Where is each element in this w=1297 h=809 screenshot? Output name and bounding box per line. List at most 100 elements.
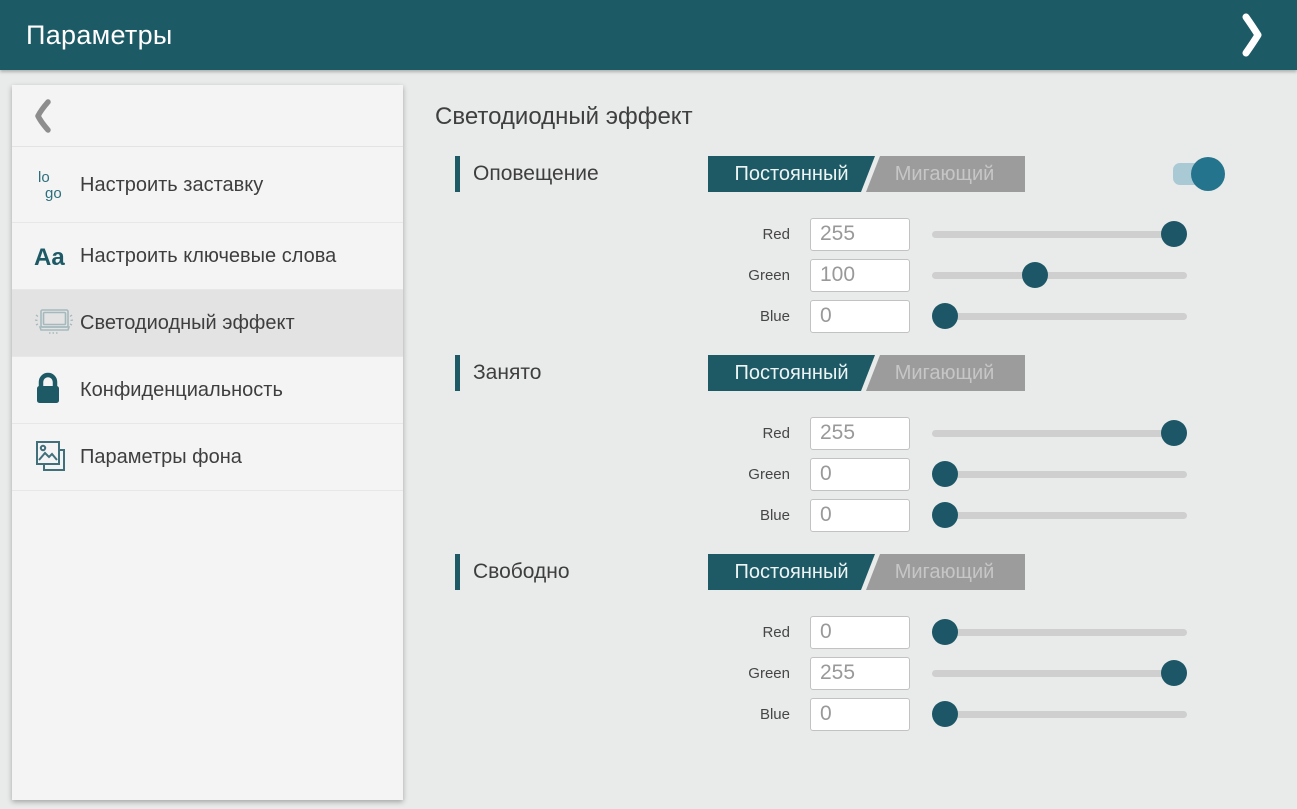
slider-thumb[interactable] (1161, 660, 1187, 686)
channel-label: Red (455, 624, 790, 641)
blue-slider[interactable] (932, 300, 1187, 333)
channel-row-red: Red (455, 616, 1297, 649)
channel-label: Green (455, 466, 790, 483)
chevron-right-icon (1241, 13, 1267, 57)
green-value-input[interactable] (810, 259, 910, 292)
channel-row-blue: Blue (455, 499, 1297, 532)
lock-icon (32, 372, 80, 408)
blue-value-input[interactable] (810, 698, 910, 731)
mode-option-constant[interactable]: Постоянный (708, 355, 875, 391)
red-value-input[interactable] (810, 218, 910, 251)
green-value-input[interactable] (810, 657, 910, 690)
sidebar-item-led-effect[interactable]: Светодиодный эффект (12, 290, 403, 357)
svg-text:Aa: Aa (34, 244, 65, 271)
toggle-knob (1191, 157, 1225, 191)
channel-label: Blue (455, 507, 790, 524)
page-title: Светодиодный эффект (435, 103, 1297, 131)
blue-value-input[interactable] (810, 300, 910, 333)
slider-track (932, 629, 1187, 636)
section-busy: Занято Мигающий Постоянный Red (455, 355, 1297, 532)
slider-thumb[interactable] (932, 619, 958, 645)
blue-value-input[interactable] (810, 499, 910, 532)
blue-slider[interactable] (932, 499, 1187, 532)
slider-track (932, 711, 1187, 718)
chevron-left-icon (34, 99, 52, 133)
sidebar-item-label: Светодиодный эффект (80, 310, 295, 336)
section-accent-bar (455, 554, 460, 590)
section-alert: Оповещение Мигающий Постоянный Red (455, 156, 1297, 333)
channel-row-blue: Blue (455, 300, 1297, 333)
slider-thumb[interactable] (932, 502, 958, 528)
channel-row-green: Green (455, 657, 1297, 690)
slider-thumb[interactable] (932, 461, 958, 487)
mode-switch: Мигающий Постоянный (708, 554, 1025, 590)
mode-switch: Мигающий Постоянный (708, 156, 1025, 192)
sidebar-item-label: Настроить ключевые слова (80, 243, 336, 269)
aa-icon: Aa (32, 241, 80, 271)
section-free: Свободно Мигающий Постоянный Red (455, 554, 1297, 731)
mode-option-blinking[interactable]: Мигающий (864, 355, 1025, 391)
led-display-icon (32, 306, 80, 340)
mode-switch: Мигающий Постоянный (708, 355, 1025, 391)
red-value-input[interactable] (810, 417, 910, 450)
background-images-icon (32, 438, 80, 476)
channel-row-blue: Blue (455, 698, 1297, 731)
mode-option-blinking[interactable]: Мигающий (864, 156, 1025, 192)
blue-slider[interactable] (932, 698, 1187, 731)
channel-row-red: Red (455, 417, 1297, 450)
green-value-input[interactable] (810, 458, 910, 491)
mode-option-constant[interactable]: Постоянный (708, 554, 875, 590)
slider-track (932, 313, 1187, 320)
power-toggle[interactable] (1173, 156, 1225, 192)
red-slider[interactable] (932, 417, 1187, 450)
sidebar-item-label: Параметры фона (80, 444, 242, 470)
mode-option-constant[interactable]: Постоянный (708, 156, 875, 192)
sidebar: lo go Настроить заставку Aa Настроить кл… (12, 85, 403, 800)
section-title: Оповещение (473, 162, 599, 186)
channel-label: Blue (455, 706, 790, 723)
section-title: Занято (473, 361, 541, 385)
sidebar-item-label: Настроить заставку (80, 172, 263, 198)
channel-row-green: Green (455, 259, 1297, 292)
channel-label: Blue (455, 308, 790, 325)
slider-track (932, 471, 1187, 478)
channel-label: Red (455, 226, 790, 243)
slider-thumb[interactable] (932, 701, 958, 727)
page-header-title: Параметры (26, 20, 173, 51)
sidebar-item-keywords[interactable]: Aa Настроить ключевые слова (12, 223, 403, 290)
led-effect-panel: Светодиодный эффект Оповещение Мигающий … (403, 70, 1297, 809)
mode-option-blinking[interactable]: Мигающий (864, 554, 1025, 590)
section-accent-bar (455, 156, 460, 192)
slider-track (932, 512, 1187, 519)
channel-row-red: Red (455, 218, 1297, 251)
expand-forward-button[interactable] (1237, 12, 1271, 58)
channel-label: Red (455, 425, 790, 442)
svg-text:go: go (45, 185, 62, 202)
sidebar-item-privacy[interactable]: Конфиденциальность (12, 357, 403, 424)
red-slider[interactable] (932, 218, 1187, 251)
slider-thumb[interactable] (1161, 420, 1187, 446)
section-accent-bar (455, 355, 460, 391)
channel-label: Green (455, 665, 790, 682)
slider-track (932, 272, 1187, 279)
green-slider[interactable] (932, 259, 1187, 292)
svg-text:lo: lo (38, 169, 50, 186)
slider-track (932, 231, 1187, 238)
channel-row-green: Green (455, 458, 1297, 491)
settings-app: Параметры lo go Настроить заста (0, 0, 1297, 809)
red-value-input[interactable] (810, 616, 910, 649)
section-title: Свободно (473, 560, 570, 584)
green-slider[interactable] (932, 458, 1187, 491)
sidebar-item-splash-screen[interactable]: lo go Настроить заставку (12, 147, 403, 223)
slider-track (932, 430, 1187, 437)
green-slider[interactable] (932, 657, 1187, 690)
sidebar-item-background[interactable]: Параметры фона (12, 424, 403, 491)
sidebar-back-button[interactable] (12, 85, 403, 147)
slider-thumb[interactable] (1161, 221, 1187, 247)
app-header: Параметры (0, 0, 1297, 70)
slider-track (932, 670, 1187, 677)
slider-thumb[interactable] (932, 303, 958, 329)
slider-thumb[interactable] (1022, 262, 1048, 288)
channel-label: Green (455, 267, 790, 284)
red-slider[interactable] (932, 616, 1187, 649)
